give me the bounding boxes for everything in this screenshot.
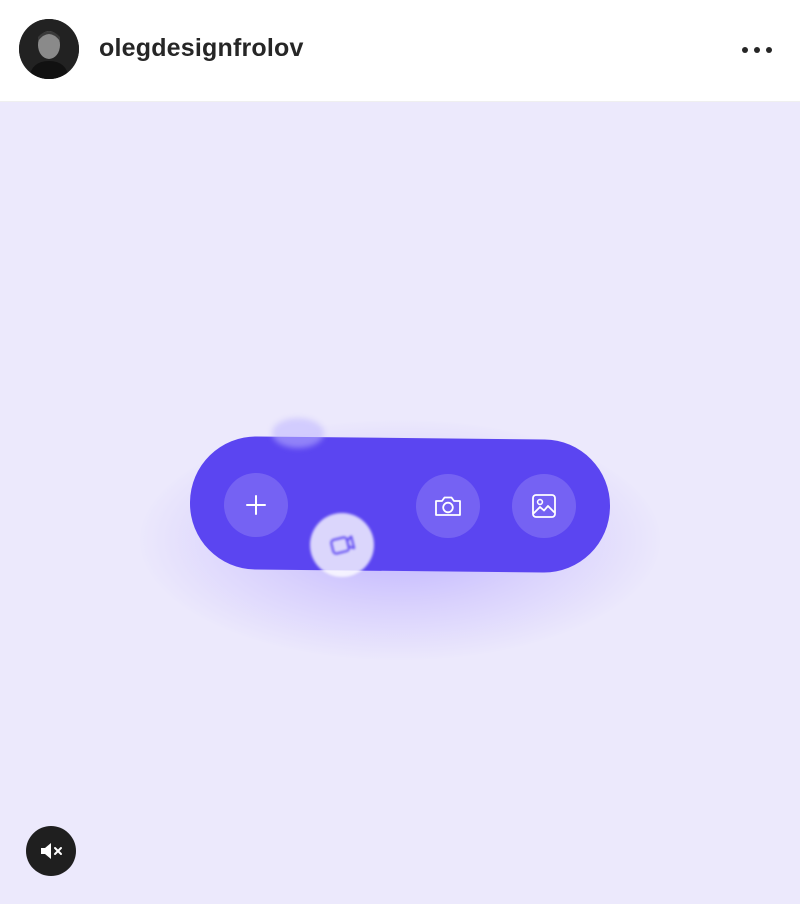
speaker-muted-icon <box>41 843 62 859</box>
add-button[interactable] <box>224 473 288 537</box>
avatar-photo <box>19 19 79 79</box>
username[interactable]: olegdesignfrolov <box>99 34 304 63</box>
gallery-button[interactable] <box>512 474 576 538</box>
video-button[interactable] <box>310 513 374 577</box>
video-clip-icon <box>330 535 356 555</box>
avatar[interactable] <box>19 19 79 79</box>
camera-button[interactable] <box>416 474 480 538</box>
more-options-button[interactable] <box>736 36 778 64</box>
motion-blur-blob <box>272 418 324 448</box>
camera-icon <box>435 496 461 516</box>
mute-toggle-button[interactable] <box>26 826 76 876</box>
post-header: olegdesignfrolov <box>0 0 800 102</box>
more-horizontal-icon <box>742 47 772 53</box>
plus-icon <box>246 495 266 515</box>
image-icon <box>532 494 556 518</box>
